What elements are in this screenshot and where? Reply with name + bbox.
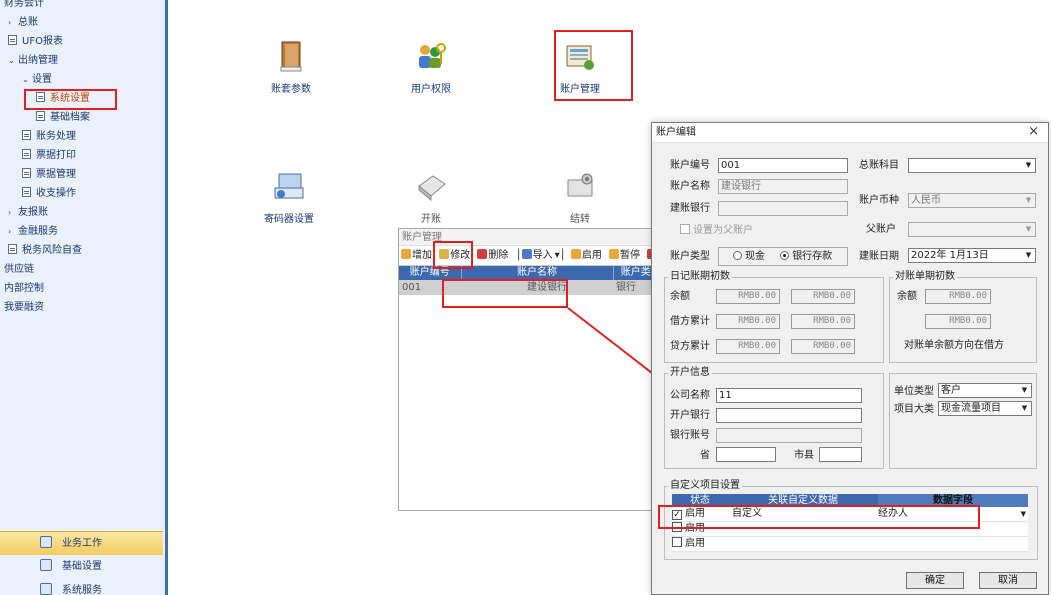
label-account-no: 账户编号 [670,160,710,171]
chevron-down-icon: ▼ [1025,251,1032,259]
journal-debit-a[interactable]: RMB0.00 [716,314,780,329]
unit-type-select[interactable]: 客户 ▼ [938,383,1032,398]
highlight-custom-row [658,505,980,529]
chevron-down-icon: ▼ [1021,404,1028,412]
close-icon[interactable]: × [1028,124,1039,139]
statement-balance-b[interactable]: RMB0.00 [925,314,991,329]
journal-credit-a[interactable]: RMB0.00 [716,339,780,354]
label-balance: 余额 [670,291,690,302]
unit-type-value: 客户 [941,385,961,396]
label-statement-balance: 余额 [897,291,917,302]
account-name-field[interactable]: 建设银行 [718,179,848,194]
cancel-button[interactable]: 取消 [979,572,1037,589]
item-category-value: 现金流量项目 [941,403,1001,414]
journal-debit-b[interactable]: RMB0.00 [791,314,855,329]
label-parent: 父账户 [866,224,896,235]
label-bank: 建账银行 [670,203,710,214]
label-company: 公司名称 [670,390,710,401]
label-debit-total: 借方累计 [670,316,710,327]
set-parent-checkbox[interactable]: 设置为父账户 [680,224,753,238]
radio-selected-icon [780,251,790,260]
label-province: 省 [700,450,710,461]
label-open-bank: 开户银行 [670,410,710,421]
build-date-picker[interactable]: 2022年 1月13日 ▼ [908,248,1036,263]
status-label: 启用 [685,538,705,549]
group-title: 自定义项目设置 [668,480,742,492]
group-title: 开户信息 [668,367,712,379]
status-cell[interactable]: 启用 [672,536,728,552]
chevron-down-icon: ▼ [1020,510,1026,518]
label-bank-account: 银行账号 [670,430,710,441]
bank-account-field[interactable] [716,428,862,443]
item-category-select[interactable]: 现金流量项目 ▼ [938,401,1032,416]
radio-cash[interactable]: 现金 [733,251,765,262]
account-no-field[interactable]: 001 [718,158,848,173]
label-currency: 账户币种 [859,195,899,206]
label-item-category: 项目大类 [894,404,934,415]
parent-select[interactable]: ▼ [908,222,1036,237]
table-row[interactable]: 启用 [672,536,1028,552]
province-field[interactable] [716,447,776,462]
open-bank-field[interactable] [716,408,862,423]
label-build-date: 建账日期 [859,251,899,262]
currency-select[interactable]: 人民币 ▼ [908,193,1036,208]
label-ledger: 总账科目 [859,160,899,171]
city-field[interactable] [819,447,862,462]
journal-balance-b[interactable]: RMB0.00 [791,289,855,304]
label-city: 市县 [794,450,814,461]
chevron-down-icon: ▼ [1025,161,1032,169]
radio-icon [733,251,742,260]
radio-bank-deposit[interactable]: 银行存款 [780,251,832,262]
bank-field[interactable] [718,201,848,216]
label-unit-type: 单位类型 [894,386,934,397]
ok-button[interactable]: 确定 [906,572,964,589]
statement-balance-a[interactable]: RMB0.00 [925,289,991,304]
currency-value: 人民币 [911,195,941,206]
checkbox-icon [672,537,682,547]
account-type-group: 现金 银行存款 [718,247,848,266]
group-title: 日记账期初数 [668,271,732,283]
journal-credit-b[interactable]: RMB0.00 [791,339,855,354]
label-account-name: 账户名称 [670,181,710,192]
statement-direction-note: 对账单余额方向在借方 [904,340,1004,351]
chevron-down-icon: ▼ [1021,386,1028,394]
label-account-type: 账户类型 [670,251,710,262]
group-title: 对账单期初数 [893,271,957,283]
checkbox-icon [680,224,690,234]
set-parent-label: 设置为父账户 [693,225,753,236]
journal-balance-a[interactable]: RMB0.00 [716,289,780,304]
dialog-title: 账户编辑 [652,123,1048,143]
field-cell[interactable] [878,536,1028,552]
ledger-select[interactable]: ▼ [908,158,1036,173]
chevron-down-icon: ▼ [1025,196,1032,204]
label-credit-total: 贷方累计 [670,341,710,352]
data-cell [728,536,878,552]
date-value: 2022年 1月13日 [911,250,989,261]
radio-label: 银行存款 [792,251,833,262]
company-field[interactable]: 11 [716,388,862,403]
radio-label: 现金 [745,251,765,262]
chevron-down-icon: ▼ [1025,225,1032,233]
